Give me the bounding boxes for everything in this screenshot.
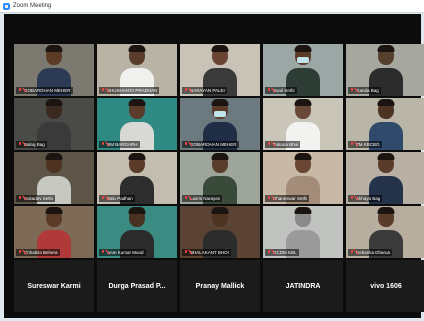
participant-name-label: GOBARDHAN MEHER — [182, 141, 239, 148]
participant-name: GOBARDHAN MEHER — [24, 88, 71, 93]
participant-tile[interactable]: Balraj Bag — [14, 98, 94, 150]
participant-name: NARAYAN PALEI — [190, 88, 225, 93]
participant-tile[interactable]: Akhaya Bag — [346, 152, 424, 204]
participant-name-label: Debarika Dharua — [348, 249, 393, 256]
muted-mic-icon — [350, 142, 354, 147]
participant-name-label: Sukadev Sethi — [16, 195, 56, 202]
participant-name: Debarika Dharua — [356, 250, 391, 255]
zoom-icon — [3, 2, 10, 10]
participant-name: ZM KBCBG — [356, 142, 380, 147]
participant-tile[interactable]: Sukadev Sethi — [14, 152, 94, 204]
participant-name-label: Tukuna Bhoi — [265, 141, 301, 148]
participant-name-label: ZM KBCBG — [348, 141, 382, 148]
participant-tile[interactable]: Dhaneswar Sethi — [263, 152, 343, 204]
muted-mic-icon — [267, 250, 271, 255]
participant-tile[interactable]: GCDM KBL — [263, 206, 343, 258]
participant-tile[interactable]: Debarika Dharua — [346, 206, 424, 258]
muted-mic-icon — [267, 196, 271, 201]
participant-tile[interactable]: Pranay Mallick — [180, 260, 260, 312]
participant-tile[interactable]: Tukuna Bhoi — [263, 98, 343, 150]
participant-name-label: RM BARGARH — [99, 141, 140, 148]
muted-mic-icon — [184, 250, 188, 255]
participant-name-label: Balo Padhan — [99, 195, 135, 202]
muted-mic-icon — [350, 88, 354, 93]
participant-name-label: NARAYAN PALEI — [182, 87, 227, 94]
participant-name-label: Dhaneswar Sethi — [265, 195, 310, 202]
participant-name-label: SHUSHANTA PRADHAN — [99, 87, 160, 94]
muted-mic-icon — [101, 196, 105, 201]
participant-tile[interactable]: Durga Prasad P... — [97, 260, 177, 312]
participant-name-label: Ganda Bag — [348, 87, 381, 94]
participant-name-label: GCDM KBL — [265, 249, 299, 256]
participant-name-label: Chhabila Behera — [16, 249, 60, 256]
participant-tile[interactable]: Sunil Sethi — [263, 44, 343, 96]
participant-name-label: Akhaya Bag — [348, 195, 383, 202]
participant-tile[interactable]: RM BARGARH — [97, 98, 177, 150]
participant-tile[interactable]: GOBARDHAN MEHER — [180, 98, 260, 150]
participant-name-label: BHALAKANT BHOI — [182, 249, 231, 256]
participant-name: Dhaneswar Sethi — [273, 196, 308, 201]
participant-name: Tukuna Bhoi — [273, 142, 299, 147]
muted-mic-icon — [184, 142, 188, 147]
window-titlebar: Zoom Meeting — [0, 0, 424, 13]
muted-mic-icon — [101, 142, 105, 147]
participant-tile[interactable]: SHUSHANTA PRADHAN — [97, 44, 177, 96]
participant-name: Chhabila Behera — [24, 250, 58, 255]
participant-name-label: Arun Kumar Mund — [99, 249, 146, 256]
participant-name: GOBARDHAN MEHER — [190, 142, 237, 147]
participant-name: Sukadev Sethi — [24, 196, 54, 201]
participant-name: Durga Prasad P... — [108, 282, 166, 290]
participant-name: GCDM KBL — [273, 250, 297, 255]
participant-name-label: Laxmi Narayan — [182, 195, 223, 202]
participant-tile[interactable]: Arun Kumar Mund — [97, 206, 177, 258]
participant-name: RM BARGARH — [107, 142, 138, 147]
participant-name: Sunil Sethi — [273, 88, 295, 93]
participant-tile[interactable]: Ganda Bag — [346, 44, 424, 96]
muted-mic-icon — [18, 250, 22, 255]
participant-name: Balraj Bag — [24, 142, 45, 147]
muted-mic-icon — [267, 142, 271, 147]
participant-name: Sureswar Karmi — [27, 282, 81, 290]
participant-name-label: Balraj Bag — [16, 141, 47, 148]
participant-grid: GOBARDHAN MEHER SHUSHANTA PRADHAN NARAYAN … — [14, 44, 424, 312]
muted-mic-icon — [101, 88, 105, 93]
participant-name: Pranay Mallick — [195, 282, 245, 290]
muted-mic-icon — [18, 196, 22, 201]
muted-mic-icon — [18, 88, 22, 93]
participant-tile[interactable]: BHALAKANT BHOI — [180, 206, 260, 258]
participant-name: Arun Kumar Mund — [107, 250, 144, 255]
participant-name: Laxmi Narayan — [190, 196, 221, 201]
participant-tile[interactable]: Balo Padhan — [97, 152, 177, 204]
participant-tile[interactable]: JATINDRA — [263, 260, 343, 312]
participant-name: Akhaya Bag — [356, 196, 381, 201]
participant-name: BHALAKANT BHOI — [190, 250, 229, 255]
meeting-gallery-view: GOBARDHAN MEHER SHUSHANTA PRADHAN NARAYAN … — [4, 14, 424, 318]
muted-mic-icon — [184, 196, 188, 201]
participant-name: SHUSHANTA PRADHAN — [107, 88, 158, 93]
muted-mic-icon — [184, 88, 188, 93]
muted-mic-icon — [350, 250, 354, 255]
participant-name-label: GOBARDHAN MEHER — [16, 87, 73, 94]
participant-tile[interactable]: ZM KBCBG — [346, 98, 424, 150]
muted-mic-icon — [18, 142, 22, 147]
participant-name: Ganda Bag — [356, 88, 379, 93]
participant-tile[interactable]: Sureswar Karmi — [14, 260, 94, 312]
muted-mic-icon — [267, 88, 271, 93]
window-title: Zoom Meeting — [13, 3, 52, 9]
participant-tile[interactable]: vivo 1606 — [346, 260, 424, 312]
muted-mic-icon — [350, 196, 354, 201]
participant-name: JATINDRA — [285, 282, 321, 290]
participant-tile[interactable]: NARAYAN PALEI — [180, 44, 260, 96]
participant-tile[interactable]: GOBARDHAN MEHER — [14, 44, 94, 96]
participant-name: Balo Padhan — [107, 196, 133, 201]
muted-mic-icon — [101, 250, 105, 255]
participant-tile[interactable]: Chhabila Behera — [14, 206, 94, 258]
participant-name: vivo 1606 — [370, 282, 402, 290]
participant-name-label: Sunil Sethi — [265, 87, 297, 94]
participant-tile[interactable]: Laxmi Narayan — [180, 152, 260, 204]
